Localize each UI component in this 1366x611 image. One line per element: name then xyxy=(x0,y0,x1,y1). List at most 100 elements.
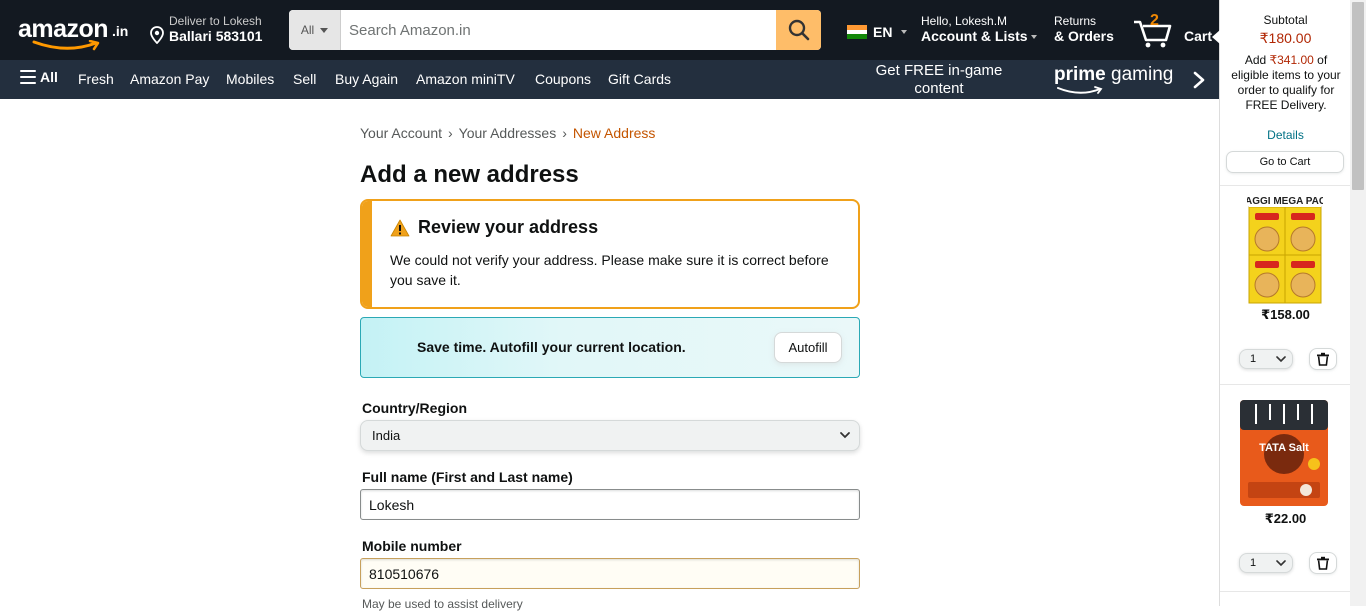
hamburger-icon xyxy=(20,70,36,84)
cart-count: 2 xyxy=(1150,12,1159,29)
search-button[interactable] xyxy=(776,10,821,50)
nav-item-minitv[interactable]: Amazon miniTV xyxy=(416,71,515,87)
prime-smile-icon xyxy=(1057,86,1103,94)
breadcrumb-your-account[interactable]: Your Account xyxy=(360,125,442,141)
fullname-label: Full name (First and Last name) xyxy=(362,469,573,485)
search-input[interactable] xyxy=(341,10,776,50)
cart-sidebar: Subtotal ₹180.00 Add ₹341.00 of eligible… xyxy=(1212,0,1351,606)
nav-item-buy-again[interactable]: Buy Again xyxy=(335,71,398,87)
india-flag-icon xyxy=(847,25,867,40)
free-delivery-note: Add ₹341.00 of eligible items to your or… xyxy=(1228,53,1344,113)
prime-promo[interactable]: Get FREE in-game content Try Prime xyxy=(849,62,1029,116)
product-price: ₹158.00 xyxy=(1261,307,1310,322)
divider xyxy=(1220,384,1351,385)
amazon-logo[interactable]: amazon .in xyxy=(16,10,136,51)
mobile-input[interactable]: 810510676 xyxy=(360,558,860,589)
promo-line1: Get FREE in-game content xyxy=(875,62,1003,97)
nav-item-mobiles[interactable]: Mobiles xyxy=(226,71,274,87)
breadcrumb-new-address: New Address xyxy=(572,125,656,141)
autofill-banner: Save time. Autofill your current locatio… xyxy=(360,317,860,378)
mobile-hint: May be used to assist delivery xyxy=(362,597,523,611)
trash-icon xyxy=(1317,556,1329,570)
product-price: ₹22.00 xyxy=(1264,511,1307,526)
autofill-text: Save time. Autofill your current locatio… xyxy=(417,339,686,355)
page-scrollbar[interactable] xyxy=(1350,0,1366,606)
divider xyxy=(1220,185,1351,186)
details-link[interactable]: Details xyxy=(1220,128,1351,142)
cart-button[interactable]: 2 Cart xyxy=(1130,12,1213,48)
trash-icon xyxy=(1317,352,1329,366)
sidebar-pointer xyxy=(1212,30,1220,44)
country-value: India xyxy=(372,428,401,443)
sub-nav: All Fresh Amazon Pay Mobiles Sell Buy Ag… xyxy=(0,60,1219,115)
alert-accent-bar xyxy=(362,201,372,307)
promo-line2: Try Prime xyxy=(906,98,972,115)
nav-item-coupons[interactable]: Coupons xyxy=(535,71,591,87)
alert-title: Review your address xyxy=(418,217,599,237)
divider xyxy=(1220,591,1351,592)
chevron-down-icon xyxy=(840,432,850,439)
scrollbar-thumb[interactable] xyxy=(1352,2,1364,190)
search-icon xyxy=(788,19,809,41)
smile-icon xyxy=(32,40,100,51)
all-menu-button[interactable]: All xyxy=(20,69,58,85)
returns-line1: Returns xyxy=(1054,14,1097,28)
prime-word: prime xyxy=(1054,64,1106,85)
page-title: Add a new address xyxy=(360,161,579,188)
location-pin-icon xyxy=(150,26,164,44)
country-label: Country/Region xyxy=(362,400,467,416)
quantity-select[interactable]: 1 xyxy=(1239,349,1293,369)
search-category-dropdown[interactable]: All xyxy=(289,10,341,50)
language-selector[interactable]: EN xyxy=(847,24,908,40)
deliver-to[interactable]: Deliver to Lokesh Ballari 583101 xyxy=(150,14,280,46)
go-to-cart-button[interactable]: Go to Cart xyxy=(1226,151,1344,173)
nav-item-gift-cards[interactable]: Gift Cards xyxy=(608,71,671,87)
returns-orders[interactable]: Returns & Orders xyxy=(1054,14,1114,44)
delete-item-button[interactable] xyxy=(1309,348,1337,370)
review-address-alert: Review your address We could not verify … xyxy=(360,199,860,309)
deliver-line1: Deliver to Lokesh xyxy=(169,14,262,28)
breadcrumb-your-addresses[interactable]: Your Addresses xyxy=(459,125,557,141)
caret-down-icon xyxy=(1030,35,1037,40)
logo-tld: .in xyxy=(112,23,129,39)
note-pre: Add xyxy=(1244,53,1270,67)
gaming-word: gaming xyxy=(1105,64,1174,85)
search-bar: All xyxy=(289,10,821,50)
mobile-value: 810510676 xyxy=(369,565,440,582)
quantity-select[interactable]: 1 xyxy=(1239,553,1293,573)
search-category-label: All xyxy=(300,23,315,37)
warning-icon xyxy=(390,219,410,236)
tata-salt-product-image[interactable]: TATA Salt xyxy=(1238,398,1332,508)
country-select[interactable]: India xyxy=(360,420,860,451)
quantity-value: 1 xyxy=(1250,353,1257,365)
subtotal-label: Subtotal xyxy=(1263,13,1308,27)
quantity-value: 1 xyxy=(1250,557,1257,569)
breadcrumb-separator: › xyxy=(448,125,453,141)
nav-item-fresh[interactable]: Fresh xyxy=(78,71,114,87)
delete-item-button[interactable] xyxy=(1309,552,1337,574)
fullname-input[interactable]: Lokesh xyxy=(360,489,860,520)
chevron-down-icon xyxy=(1276,356,1286,363)
prime-gaming-logo[interactable]: prime gaming xyxy=(1054,64,1174,94)
caret-down-icon xyxy=(901,30,908,34)
mobile-label: Mobile number xyxy=(362,538,462,554)
account-greeting: Hello, Lokesh.M xyxy=(921,14,1008,28)
breadcrumb: Your Account › Your Addresses › New Address xyxy=(360,125,655,141)
breadcrumb-separator: › xyxy=(562,125,567,141)
nav-item-amazon-pay[interactable]: Amazon Pay xyxy=(130,71,209,87)
chevron-down-icon xyxy=(1276,560,1286,567)
all-label: All xyxy=(40,69,58,85)
fullname-value: Lokesh xyxy=(369,496,415,513)
cart-label: Cart xyxy=(1184,28,1213,44)
maggi-pack-text: MAGGI MEGA PACK xyxy=(1247,196,1323,207)
caret-down-icon xyxy=(320,27,329,33)
tata-salt-text: TATA Salt xyxy=(1259,442,1309,454)
maggi-product-image[interactable]: MAGGI MEGA PACK xyxy=(1247,193,1323,305)
account-lists-label: Account & Lists xyxy=(921,28,1028,44)
top-nav: amazon .in Deliver to Lokesh Ballari 583… xyxy=(0,0,1219,60)
autofill-button[interactable]: Autofill xyxy=(774,332,842,363)
chevron-right-icon[interactable] xyxy=(1192,71,1206,89)
account-menu[interactable]: Hello, Lokesh.M Account & Lists xyxy=(921,14,1037,44)
note-amount: ₹341.00 xyxy=(1269,53,1314,67)
nav-item-sell[interactable]: Sell xyxy=(293,71,316,87)
